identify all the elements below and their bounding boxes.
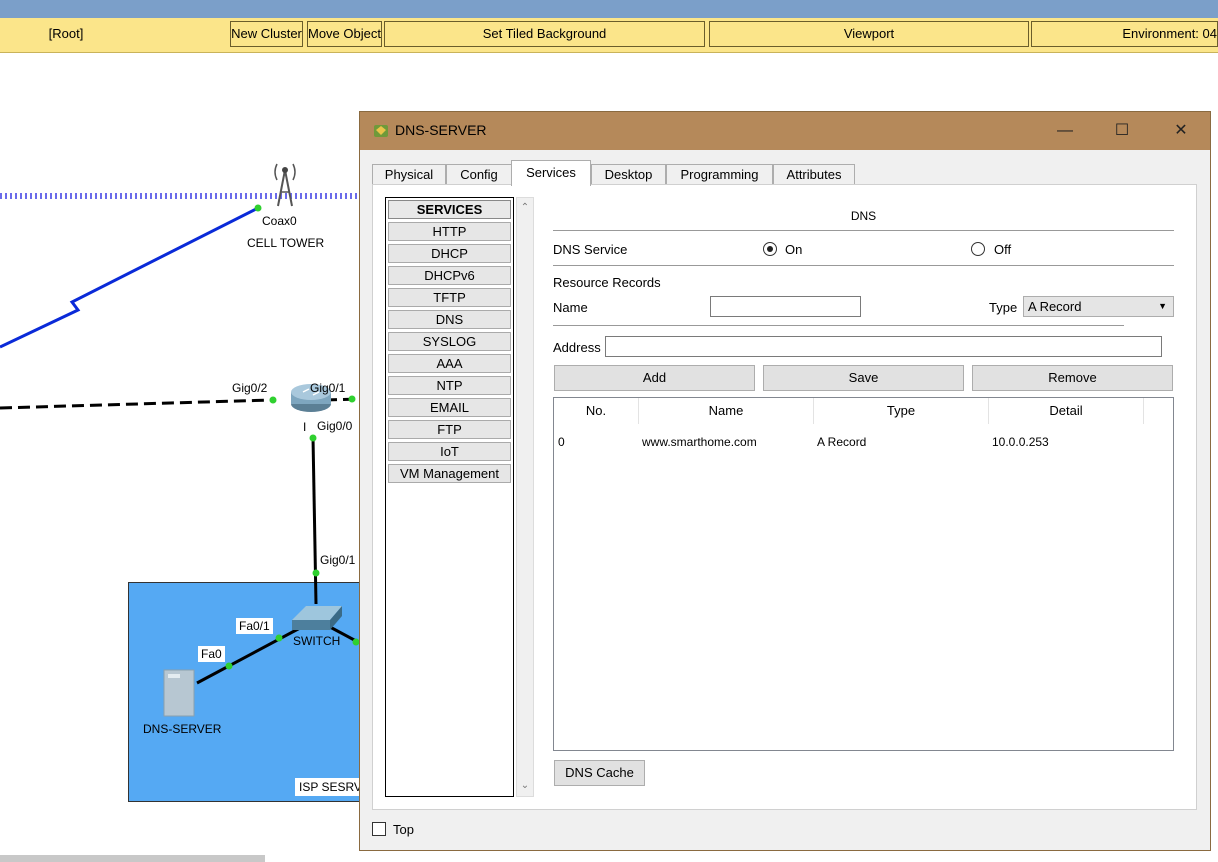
- switch-label: SWITCH: [293, 634, 341, 648]
- maximize-button[interactable]: ☐: [1093, 112, 1151, 150]
- router-name-label: I: [303, 420, 307, 434]
- tab-config[interactable]: Config: [446, 164, 512, 185]
- tab-programming[interactable]: Programming: [666, 164, 773, 185]
- close-icon: ✕: [1174, 122, 1188, 139]
- divider: [553, 230, 1174, 231]
- service-item-dhcp[interactable]: DHCP: [388, 244, 511, 263]
- service-item-tftp[interactable]: TFTP: [388, 288, 511, 307]
- serial-link: [0, 398, 273, 410]
- tab-attributes[interactable]: Attributes: [773, 164, 855, 185]
- type-select-value: A Record: [1028, 299, 1082, 314]
- record-no: 0: [558, 435, 565, 449]
- service-item-iot[interactable]: IoT: [388, 442, 511, 461]
- tab-physical[interactable]: Physical: [372, 164, 446, 185]
- remove-button[interactable]: Remove: [972, 365, 1173, 391]
- service-item-vm-management[interactable]: VM Management: [388, 464, 511, 483]
- record-type: A Record: [817, 435, 867, 449]
- link-status-dot: [225, 662, 233, 670]
- scroll-down-icon[interactable]: ⌄: [517, 778, 533, 794]
- close-button[interactable]: ✕: [1152, 112, 1210, 150]
- dns-section-title: DNS: [850, 209, 877, 223]
- name-input[interactable]: [710, 296, 861, 317]
- dns-off-radio[interactable]: [971, 242, 985, 256]
- switch-icon[interactable]: [292, 606, 342, 630]
- dialog-titlebar[interactable]: DNS-SERVER — ☐ ✕: [360, 112, 1210, 150]
- gig0-1-router-label: Gig0/1: [310, 381, 346, 395]
- dns-server-dialog: DNS-SERVER — ☐ ✕ Physical Config Service…: [359, 111, 1211, 851]
- tab-services[interactable]: Services: [511, 160, 591, 186]
- service-item-dns[interactable]: DNS: [388, 310, 511, 329]
- dialog-title: DNS-SERVER: [395, 122, 487, 138]
- dns-on-radio[interactable]: [763, 242, 777, 256]
- coax-link: [0, 206, 259, 349]
- service-item-dhcpv6[interactable]: DHCPv6: [388, 266, 511, 285]
- column-header-no[interactable]: No.: [554, 398, 639, 424]
- address-label: Address: [553, 340, 601, 355]
- canvas-horizontal-scrollbar[interactable]: [0, 855, 265, 862]
- link-status-dot: [312, 569, 320, 577]
- link-status-dot: [254, 204, 262, 212]
- record-detail: 10.0.0.253: [992, 435, 1049, 449]
- gig0-1-switch-label: Gig0/1: [320, 553, 356, 567]
- service-item-http[interactable]: HTTP: [388, 222, 511, 241]
- radio-selected-icon: [767, 246, 773, 252]
- record-name: www.smarthome.com: [642, 435, 757, 449]
- top-checkbox[interactable]: [372, 822, 386, 836]
- divider: [553, 265, 1174, 266]
- dns-records-table[interactable]: No. Name Type Detail 0 www.smarthome.com…: [553, 397, 1174, 751]
- services-panel: SERVICES HTTP DHCP DHCPv6 TFTP DNS SYSLO…: [372, 184, 1197, 810]
- minimize-button[interactable]: —: [1036, 112, 1094, 150]
- column-header-name[interactable]: Name: [639, 398, 814, 424]
- type-label: Type: [989, 300, 1018, 315]
- address-input[interactable]: [605, 336, 1162, 357]
- dns-server-device-label: DNS-SERVER: [143, 722, 222, 736]
- dns-config-area: DNS DNS Service On Off Resource Records …: [553, 185, 1178, 805]
- server-icon[interactable]: [163, 669, 195, 717]
- dns-off-label: Off: [994, 242, 1012, 257]
- save-button[interactable]: Save: [763, 365, 964, 391]
- link-status-dot: [309, 434, 317, 442]
- packet-tracer-icon: [374, 125, 388, 137]
- link-status-dot: [275, 634, 283, 642]
- router-switch-link: [311, 436, 318, 605]
- name-label: Name: [553, 300, 588, 315]
- cell-tower-icon[interactable]: [274, 163, 296, 207]
- fa0-label: Fa0: [198, 646, 225, 662]
- resource-records-label: Resource Records: [553, 275, 661, 290]
- chevron-down-icon: ▼: [1158, 301, 1167, 311]
- link-status-dot: [269, 396, 277, 404]
- type-select[interactable]: A Record ▼: [1023, 296, 1174, 317]
- divider: [553, 325, 1124, 326]
- dns-cache-button[interactable]: DNS Cache: [554, 760, 645, 786]
- services-header: SERVICES: [388, 200, 511, 219]
- cell-tower-label: CELL TOWER: [247, 236, 325, 250]
- column-header-type[interactable]: Type: [814, 398, 989, 424]
- top-checkbox-label: Top: [393, 822, 414, 837]
- minimize-icon: —: [1057, 122, 1073, 139]
- scroll-up-icon[interactable]: ⌃: [517, 200, 533, 216]
- service-item-ntp[interactable]: NTP: [388, 376, 511, 395]
- services-scrollbar[interactable]: ⌃ ⌄: [516, 197, 534, 797]
- service-item-ftp[interactable]: FTP: [388, 420, 511, 439]
- gig0-0-label: Gig0/0: [317, 419, 353, 433]
- add-button[interactable]: Add: [554, 365, 755, 391]
- service-item-email[interactable]: EMAIL: [388, 398, 511, 417]
- fa0-1-label: Fa0/1: [236, 618, 273, 634]
- gig0-2-label: Gig0/2: [232, 381, 268, 395]
- service-item-aaa[interactable]: AAA: [388, 354, 511, 373]
- services-list: SERVICES HTTP DHCP DHCPv6 TFTP DNS SYSLO…: [385, 197, 514, 797]
- tab-desktop[interactable]: Desktop: [591, 164, 666, 185]
- service-item-syslog[interactable]: SYSLOG: [388, 332, 511, 351]
- link-status-dot: [348, 395, 356, 403]
- isp-zone-label: ISP SESRV: [295, 778, 366, 796]
- dns-service-label: DNS Service: [553, 242, 628, 257]
- dns-on-label: On: [785, 242, 803, 257]
- column-header-detail[interactable]: Detail: [989, 398, 1144, 424]
- coax-port-label: Coax0: [262, 214, 297, 228]
- maximize-icon: ☐: [1114, 122, 1130, 139]
